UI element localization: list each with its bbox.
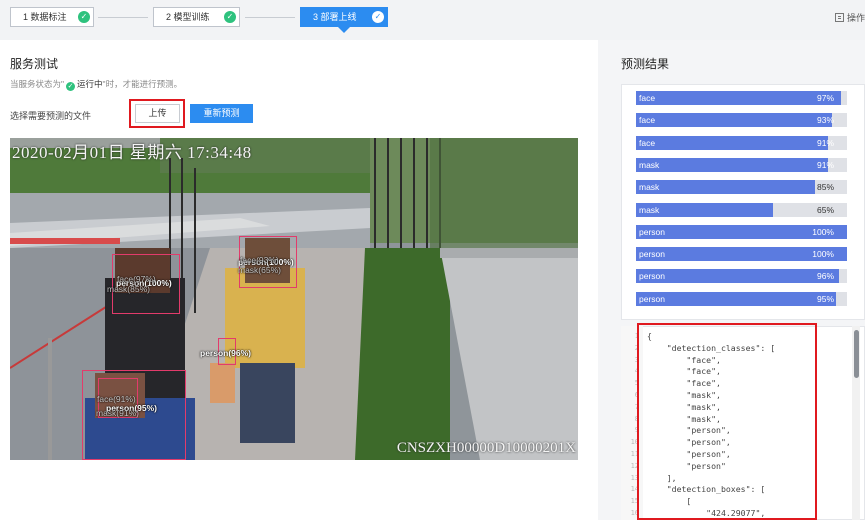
status-hint: 当服务状态为" ✓ 运行中"时，才能进行预测。	[10, 78, 182, 91]
result-bar: person 95%	[636, 292, 847, 306]
camera-id-overlay: CNSZXH00000D10000201X	[396, 440, 576, 456]
result-bar: face 93%	[636, 113, 847, 127]
step-deploy[interactable]: 3 部署上线 ✓	[300, 7, 388, 27]
result-bar-label: mask	[639, 205, 660, 215]
active-step-caret	[338, 27, 350, 33]
upload-button[interactable]: 上传	[135, 104, 180, 123]
file-select-label: 选择需要预测的文件	[10, 111, 92, 121]
step-data-annotation[interactable]: 1 数据标注 ✓	[10, 7, 94, 27]
json-scrollbar-thumb[interactable]	[854, 330, 859, 378]
result-bar-value: 100%	[812, 227, 834, 237]
result-bar-value: 65%	[816, 205, 834, 215]
operation-link[interactable]: 操作	[834, 11, 865, 24]
results-title: 预测结果	[621, 57, 670, 71]
repredict-button[interactable]: 重新预测	[190, 104, 253, 123]
result-bar-fill	[636, 269, 839, 283]
result-bar-fill	[636, 292, 836, 306]
operation-label: 操作	[846, 13, 865, 23]
running-status-icon: ✓	[66, 82, 76, 91]
hint-suffix: "时，才能进行预测。	[102, 79, 183, 89]
detection-label: face(93%)	[240, 255, 279, 265]
document-icon	[834, 13, 844, 22]
detection-label: mask(65%)	[238, 265, 281, 275]
result-bar: mask 85%	[636, 180, 847, 194]
step-model-training[interactable]: 2 模型训练 ✓	[153, 7, 240, 27]
detection-label: person(96%)	[200, 348, 252, 358]
detection-label: mask(85%)	[107, 284, 150, 294]
result-bar-fill	[636, 180, 815, 194]
step-connector	[98, 17, 148, 18]
check-icon: ✓	[224, 11, 236, 23]
result-bar-value: 85%	[816, 182, 834, 192]
result-bar-value: 93%	[816, 115, 834, 125]
result-bar-fill	[636, 113, 832, 127]
result-bar-fill	[636, 158, 828, 172]
check-icon: ✓	[372, 11, 384, 23]
result-bar-value: 91%	[816, 138, 834, 148]
step-label: 3 部署上线	[313, 12, 357, 22]
hint-status: 运行中	[77, 79, 103, 89]
result-bar-value: 95%	[816, 294, 834, 304]
step-label: 2 模型训练	[166, 12, 210, 22]
result-bar-fill	[636, 136, 828, 150]
result-bar: face 97%	[636, 91, 847, 105]
stepper-bar: 1 数据标注 ✓ 2 模型训练 ✓ 3 部署上线 ✓ 操作	[0, 0, 865, 40]
result-bar: mask 65%	[636, 203, 847, 217]
result-bar: person 100%	[636, 225, 847, 239]
result-bar-label: person	[639, 294, 665, 304]
result-bar-value: 91%	[816, 160, 834, 170]
result-bar-label: person	[639, 249, 665, 259]
result-bar-value: 96%	[816, 271, 834, 281]
result-bar-label: person	[639, 271, 665, 281]
check-icon: ✓	[78, 11, 90, 23]
result-bar-label: face	[639, 115, 656, 125]
result-bar: person 96%	[636, 269, 847, 283]
step-label: 1 数据标注	[23, 12, 67, 22]
result-bar-label: mask	[639, 160, 660, 170]
result-bar-label: person	[639, 227, 665, 237]
result-bar-value: 97%	[816, 93, 834, 103]
result-bar: person 100%	[636, 247, 847, 261]
section-title: 服务测试	[10, 57, 59, 71]
result-bar-label: face	[639, 93, 656, 103]
detection-label: mask(91%)	[96, 408, 139, 418]
result-bar: face 91%	[636, 136, 847, 150]
result-bar-label: face	[639, 138, 656, 148]
result-bar-value: 100%	[812, 249, 834, 259]
detection-label: face(97%)	[117, 274, 156, 284]
hint-prefix: 当服务状态为"	[10, 79, 65, 89]
detection-label: face(91%)	[97, 394, 136, 404]
result-bar-fill	[636, 91, 841, 105]
timestamp-overlay: 2020-02月01日 星期六 17:34:48	[12, 143, 252, 162]
result-bar: mask 91%	[636, 158, 847, 172]
result-bar-label: mask	[639, 182, 660, 192]
step-connector	[245, 17, 295, 18]
app-root: 1 数据标注 ✓ 2 模型训练 ✓ 3 部署上线 ✓ 操作 服务测试 当服务状态…	[0, 0, 865, 520]
prediction-image: 2020-02月01日 星期六 17:34:48 CNSZXH00000D100…	[10, 138, 578, 460]
json-highlight-frame	[637, 323, 817, 520]
